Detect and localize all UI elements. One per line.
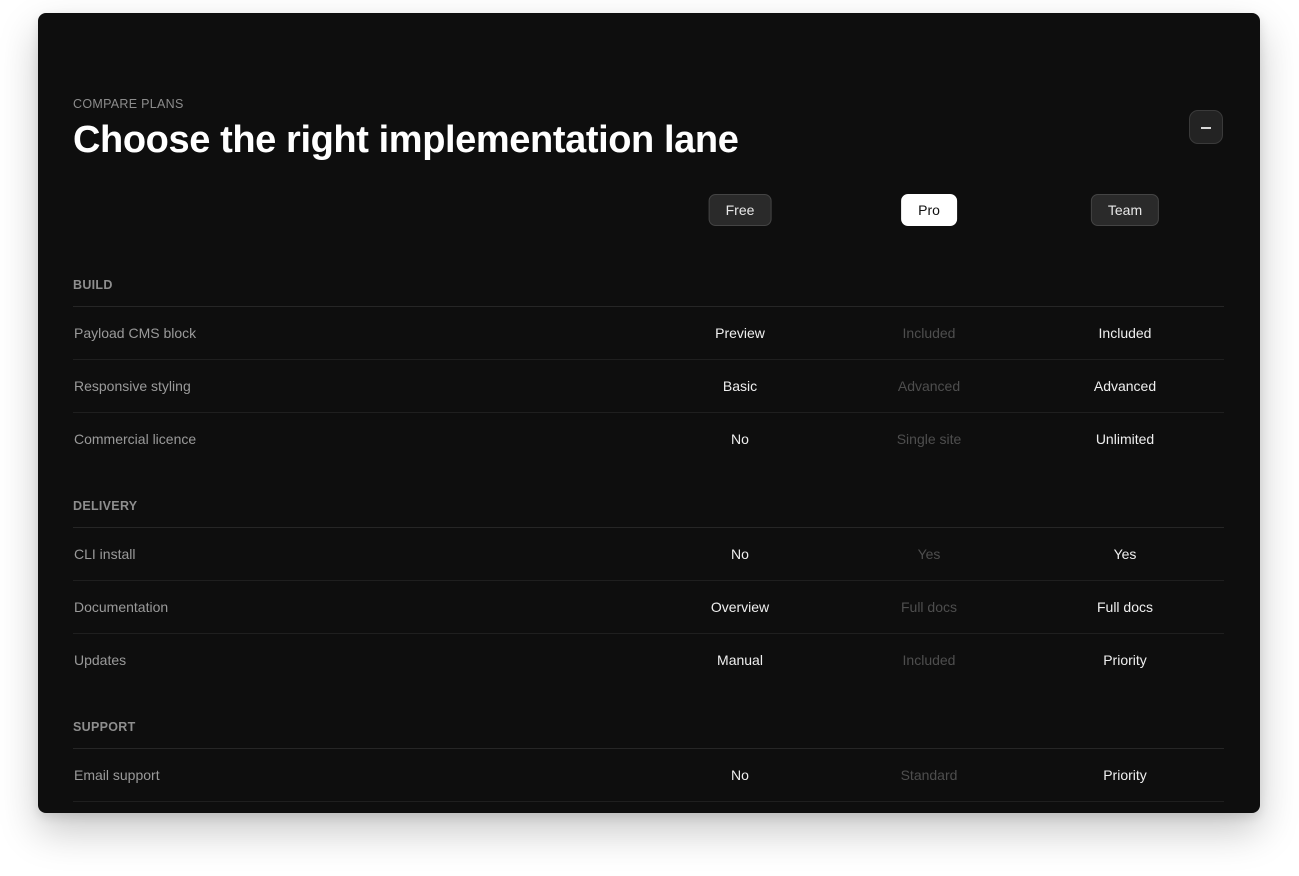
table-row: Email support No Standard Priority	[73, 749, 1224, 802]
plan-tab-team[interactable]: Team	[1090, 194, 1160, 226]
pro-value: Standard	[900, 767, 958, 783]
pro-value: Advanced	[897, 378, 961, 394]
table-row: Commercial licence No Single site Unlimi…	[73, 413, 1224, 466]
plan-tab-free[interactable]: Free	[708, 194, 772, 226]
plan-tab-pro[interactable]: Pro	[901, 194, 957, 226]
feature-label: Updates	[74, 652, 127, 668]
page-title: Choose the right implementation lane	[73, 119, 739, 161]
feature-label: Email support	[74, 767, 160, 783]
pro-value: Single site	[896, 431, 962, 447]
minus-icon	[1201, 127, 1211, 129]
team-value: Priority	[1103, 652, 1147, 668]
team-value: Included	[1098, 325, 1152, 341]
team-value: Priority	[1103, 767, 1147, 783]
feature-label: Commercial licence	[74, 431, 197, 447]
free-value: No	[731, 767, 749, 783]
free-value: No	[731, 546, 749, 562]
feature-label: Documentation	[74, 599, 169, 615]
team-value: Full docs	[1096, 599, 1154, 615]
feature-label: Payload CMS block	[74, 325, 197, 341]
section-header-delivery: DELIVERY	[73, 484, 1224, 528]
team-value: Unlimited	[1095, 431, 1155, 447]
table-row: Documentation Overview Full docs Full do…	[73, 581, 1224, 634]
section-eyebrow: COMPARE PLANS	[73, 97, 184, 111]
free-value: Preview	[715, 325, 765, 341]
free-value: Basic	[722, 378, 758, 394]
free-value: No	[731, 431, 749, 447]
comparison-table: BUILD Payload CMS block Preview Included…	[73, 263, 1224, 802]
pro-value: Included	[902, 325, 956, 341]
collapse-button[interactable]	[1189, 110, 1223, 144]
feature-label: Responsive styling	[74, 378, 191, 394]
pro-value: Yes	[917, 546, 941, 562]
feature-label: CLI install	[74, 546, 136, 562]
table-row: Payload CMS block Preview Included Inclu…	[73, 307, 1224, 360]
pro-value: Included	[902, 652, 956, 668]
table-row: CLI install No Yes Yes	[73, 528, 1224, 581]
section-header-build: BUILD	[73, 263, 1224, 307]
team-value: Advanced	[1093, 378, 1157, 394]
table-row: Updates Manual Included Priority	[73, 634, 1224, 687]
team-value: Yes	[1113, 546, 1137, 562]
pro-value: Full docs	[900, 599, 958, 615]
free-value: Manual	[717, 652, 763, 668]
table-row: Responsive styling Basic Advanced Advanc…	[73, 360, 1224, 413]
free-value: Overview	[710, 599, 770, 615]
section-header-support: SUPPORT	[73, 705, 1224, 749]
compare-plans-panel: COMPARE PLANS Choose the right implement…	[38, 13, 1260, 813]
